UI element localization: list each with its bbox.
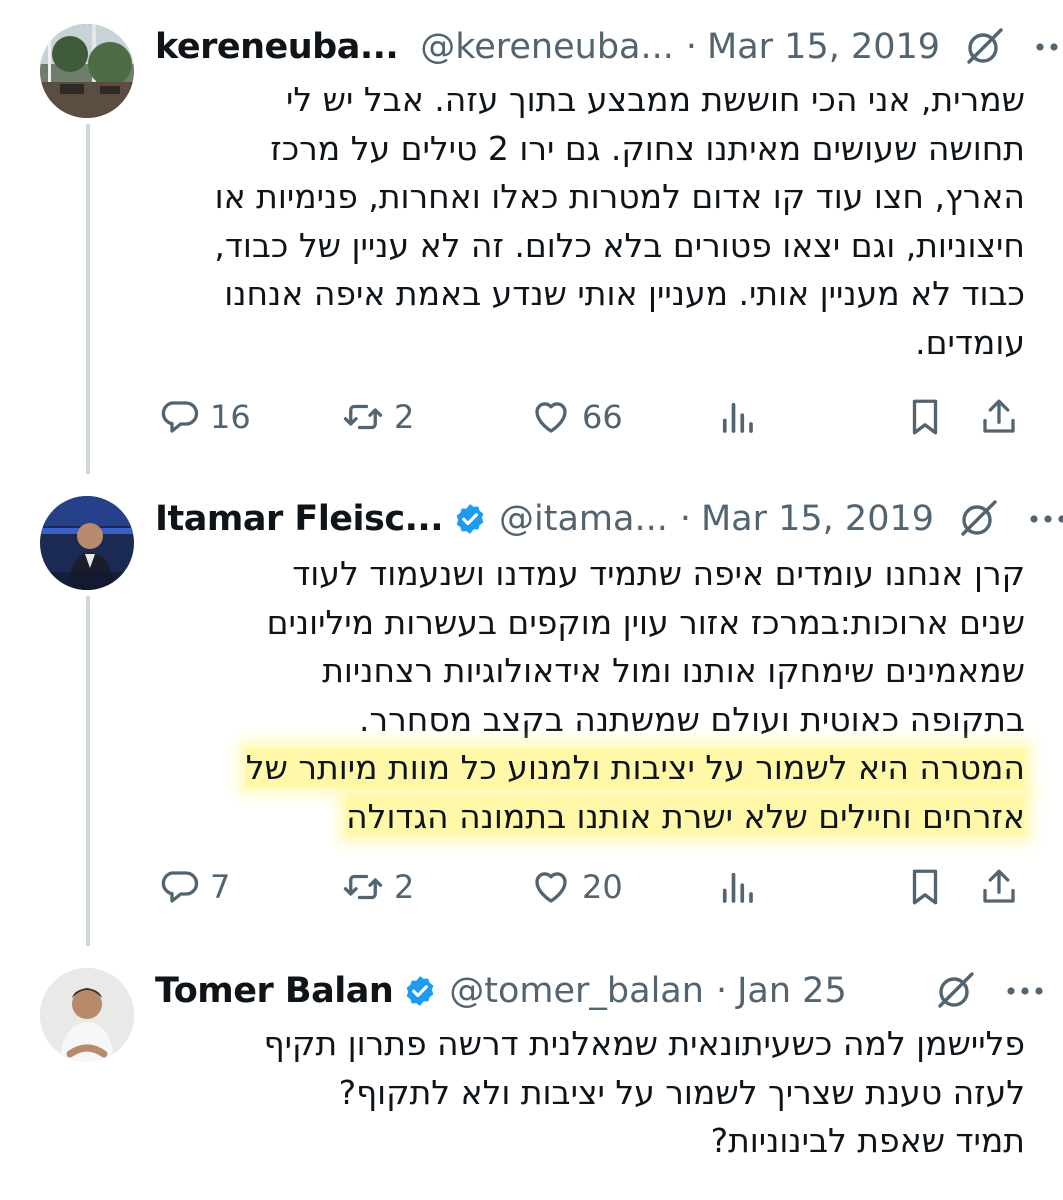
tweet-text-line: קרן אנחנו עומדים איפה שתמיד עמדנו ושנעמו… <box>292 554 1025 593</box>
highlight-marker: אזרחים וחיילים שלא ישרת אותנו בתמונה הגד… <box>346 796 1025 836</box>
tweet-text-line: בתקופה כאוטית ועולם שמשתנה בקצב מסחרר. <box>359 699 1025 739</box>
tweet-text-line: עומדים. <box>915 322 1025 362</box>
reply-count: 7 <box>210 868 231 906</box>
tweet-text: פליישמן למה כשעיתונאית שמאלנית דרשה פתרו… <box>155 1020 1025 1166</box>
more-options-icon[interactable] <box>1034 41 1063 53</box>
separator-dot: · <box>685 27 698 67</box>
share-icon <box>983 399 1015 433</box>
author-name[interactable]: Tomer Balan <box>155 971 394 1011</box>
grok-icon[interactable] <box>935 971 975 1011</box>
tweet-text-line: שמאמינים שימחקו אותנו ומול אידאולוגיות ר… <box>322 651 1025 690</box>
views-icon <box>722 872 753 903</box>
tweet-text-line: תחושה שעושים מאיתנו צחוק. גם ירו 2 טילים… <box>270 128 1025 168</box>
avatar[interactable] <box>40 24 134 118</box>
author-name[interactable]: Itamar Fleisc... <box>155 499 444 539</box>
author-handle[interactable]: @itama... <box>499 499 668 539</box>
like-count: 66 <box>582 398 623 436</box>
avatar-image <box>40 496 134 590</box>
heart-icon <box>535 872 567 903</box>
tweet-text-line: פליישמן למה כשעיתונאית שמאלנית דרשה פתרו… <box>263 1024 1025 1063</box>
like-count: 20 <box>582 868 623 906</box>
tweet-text-line: שנים ארוכות:במרכז אזור עוין מוקפים בעשרו… <box>266 602 1025 642</box>
views-button[interactable] <box>716 394 758 440</box>
tweet-text-line: חיצוניות, וגם יצאו פטורים בלא כלום. זה ל… <box>214 225 1025 265</box>
reply-button[interactable]: 7 <box>158 864 230 910</box>
retweet-button[interactable]: 2 <box>342 864 414 910</box>
like-button[interactable]: 66 <box>530 394 623 440</box>
verified-badge-icon[interactable] <box>453 502 487 536</box>
tweet-text-line: כבוד לא מעניין אותי. מעניין אותי שנדע בא… <box>224 274 1025 313</box>
author-handle[interactable]: @kereneuba... <box>420 27 674 67</box>
tweet-header: kereneuba... @kereneuba... · Mar 15, 201… <box>155 22 1058 72</box>
highlight-marker: המטרה היא לשמור על יציבות ולמנוע כל מוות… <box>245 748 1025 787</box>
retweet-count: 2 <box>394 868 415 906</box>
grok-icon[interactable] <box>964 27 1004 67</box>
action-bar: 16 2 66 <box>158 394 1025 440</box>
bookmark-button[interactable] <box>904 394 946 440</box>
tweet-text-line: לעזה טענת שצריך לשמור על יציבות ולא לתקו… <box>338 1072 1025 1112</box>
retweet-icon <box>343 874 383 900</box>
tweet-header: Itamar Fleisc... @itama... · Mar 15, 201… <box>155 494 1063 544</box>
tweet-text-line: הארץ, חצו עוד קו אדום למטרות כאלו ואחרות… <box>214 177 1025 216</box>
highlighted-text-line: אזרחים וחיילים שלא ישרת אותנו בתמונה הגד… <box>155 793 1025 842</box>
reply-icon <box>161 871 199 903</box>
tweet-text: שמרית, אני הכי חוששת ממבצע בתוך עזה. אבל… <box>155 76 1025 367</box>
share-icon <box>983 869 1015 903</box>
action-bar: 7 2 20 <box>158 864 1025 910</box>
bookmark-icon <box>912 869 938 905</box>
share-button[interactable] <box>978 394 1020 440</box>
retweet-count: 2 <box>394 398 415 436</box>
retweet-button[interactable]: 2 <box>342 394 414 440</box>
tweet-card[interactable]: kereneuba... @kereneuba... · Mar 15, 201… <box>0 0 1063 470</box>
views-icon <box>722 402 753 433</box>
separator-dot: · <box>715 971 728 1011</box>
separator-dot: · <box>679 499 691 539</box>
tweet-card[interactable]: Tomer Balan @tomer_balan · Jan 25 פליישמ… <box>0 944 1063 1200</box>
like-button[interactable]: 20 <box>530 864 623 910</box>
heart-icon <box>535 402 567 433</box>
bookmark-button[interactable] <box>904 864 946 910</box>
tweet-date[interactable]: Mar 15, 2019 <box>707 27 940 67</box>
retweet-icon <box>343 404 383 430</box>
reply-count: 16 <box>210 398 251 436</box>
views-button[interactable] <box>716 864 758 910</box>
avatar[interactable] <box>40 968 134 1062</box>
author-name[interactable]: kereneuba... <box>155 27 399 67</box>
bookmark-icon <box>912 399 938 435</box>
tweet-header: Tomer Balan @tomer_balan · Jan 25 <box>155 966 1045 1016</box>
highlighted-text-line: המטרה היא לשמור על יציבות ולמנוע כל מוות… <box>155 744 1025 793</box>
share-button[interactable] <box>978 864 1020 910</box>
tweet-text-line: תמיד שאפת לבינוניות? <box>710 1121 1025 1160</box>
reply-icon <box>161 401 199 433</box>
tweet-date[interactable]: Jan 25 <box>737 971 847 1011</box>
more-options-icon[interactable] <box>1028 513 1063 525</box>
reply-button[interactable]: 16 <box>158 394 251 440</box>
avatar[interactable] <box>40 496 134 590</box>
tweet-text-line: שמרית, אני הכי חוששת ממבצע בתוך עזה. אבל… <box>286 80 1025 119</box>
author-handle[interactable]: @tomer_balan <box>449 971 704 1011</box>
tweet-card[interactable]: Itamar Fleisc... @itama... · Mar 15, 201… <box>0 472 1063 942</box>
grok-icon[interactable] <box>958 499 998 539</box>
tweet-text: קרן אנחנו עומדים איפה שתמיד עמדנו ושנעמו… <box>155 550 1025 841</box>
verified-badge-icon[interactable] <box>403 974 437 1008</box>
more-options-icon[interactable] <box>1005 985 1045 997</box>
avatar-image <box>40 24 134 118</box>
avatar-image <box>40 968 134 1062</box>
tweet-date[interactable]: Mar 15, 2019 <box>701 499 934 539</box>
